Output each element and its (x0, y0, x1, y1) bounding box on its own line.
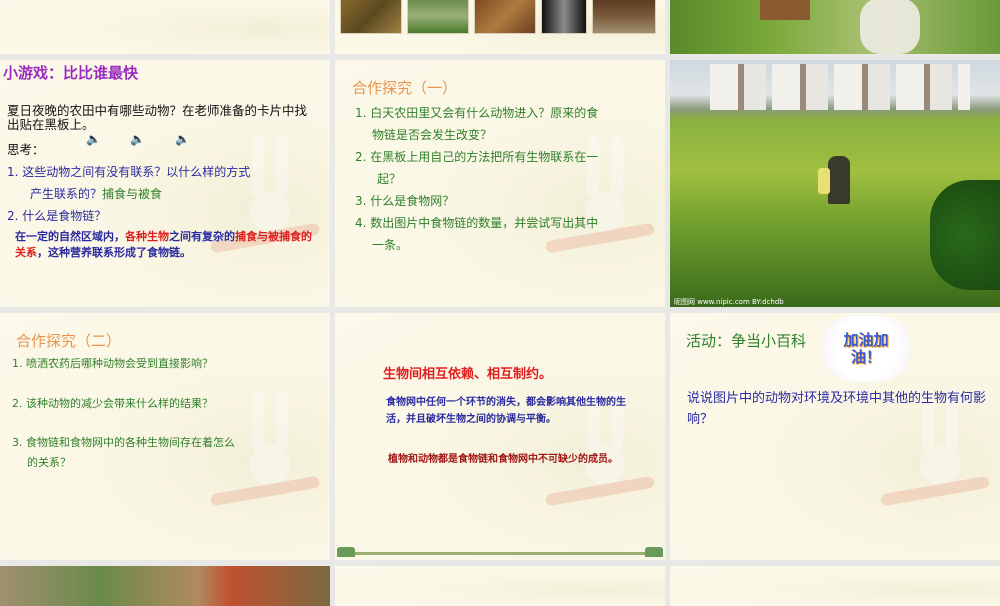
slide-thumbnail-top-left[interactable] (0, 0, 330, 54)
slide-title: 活动：争当小百科 (686, 332, 807, 350)
slide-thumbnail-bottom-middle[interactable] (335, 566, 665, 606)
slide-thumbnail-bottom-right[interactable] (670, 566, 1000, 606)
item: 1. 喷洒农药后哪种动物会受到直接影响？ (12, 357, 213, 370)
cheer-badge-text: 加油加油！ (843, 331, 889, 366)
houses (710, 64, 970, 110)
item: 2. 在黑板上用自己的方法把所有生物联系在一 (355, 150, 599, 164)
intro-text: 夏日夜晚的农田中有哪些动物？在老师准备的卡片中找出贴在黑板上。 (7, 103, 308, 133)
item: 的关系？ (27, 456, 71, 469)
question-1-cont: 产生联系的？捕食与被食 (30, 185, 162, 203)
house-icon (337, 547, 355, 557)
speaker-icon[interactable]: 🔈 (175, 132, 190, 146)
activity-body: 说说图片中的动物对环境及环境中其他的生物有何影响？ (687, 391, 987, 427)
thumbnail-deer (340, 0, 402, 34)
slide-thumbnail-conclusion[interactable]: 生物间相互依赖、相互制约。 食物网中任何一个环节的消失，都会影响其他生物的生活，… (335, 313, 665, 560)
slide-thumbnail-inquiry-1[interactable]: 合作探究（一） 1. 白天农田里又会有什么动物进入？原来的食 物链是否会发生改变… (335, 60, 665, 307)
sprayer-tank (818, 168, 830, 194)
conclusion-paragraph-2: 植物和动物都是食物链和食物网中不可缺少的成员。 (388, 454, 618, 465)
conclusion-paragraph-1: 食物网中任何一个环节的消失，都会影响其他生物的生活，并且破坏生物之间的协调与平衡… (386, 397, 626, 425)
conclusion-heading: 生物间相互依赖、相互制约。 (383, 367, 553, 382)
think-label: 思考： (7, 142, 45, 157)
def-part: 之间有复杂的 (169, 230, 235, 243)
definition-text: 在一定的自然区域内，各种生物之间有复杂的捕食与被捕食的关系，这种营养联系形成了食… (15, 229, 315, 261)
house-icon (645, 547, 663, 557)
slide-thumbnail-bottom-left[interactable] (0, 566, 330, 606)
thumbnail-owl (541, 0, 587, 34)
slide-thumbnail-top-right[interactable] (670, 0, 1000, 54)
question-1: 1. 这些动物之间有没有联系？以什么样的方式 (7, 165, 251, 179)
answer-1: 捕食与被食 (102, 187, 163, 201)
cheer-badge-image: 加油加油！ (822, 316, 910, 381)
slide-thumbnail-farm-photo[interactable]: 昵图网 www.nipic.com BY:dchdb (670, 60, 1000, 307)
dog-photo-detail (860, 0, 920, 54)
thumbnail-rabbits (407, 0, 469, 34)
def-part: ，这种营养联系形成了食物链。 (37, 245, 191, 259)
item: 物链是否会发生改变？ (372, 128, 493, 142)
bunny-decoration (209, 390, 321, 510)
fence-decoration (355, 552, 645, 555)
item: 1. 白天农田里又会有什么动物进入？原来的食 (355, 106, 599, 120)
question-2: 2. 什么是食物链？ (7, 209, 107, 223)
slide-title: 小游戏：比比谁最快 (3, 64, 139, 82)
item: 4. 数出图片中食物链的数量，并尝试写出其中 (355, 216, 599, 230)
bush (930, 180, 1000, 290)
photo-watermark: 昵图网 www.nipic.com BY:dchdb (674, 297, 784, 306)
def-part: 各种生物 (125, 230, 169, 243)
slide-thumbnail-top-middle[interactable] (335, 0, 665, 54)
slide-thumbnail-game[interactable]: 小游戏：比比谁最快 夏日夜晚的农田中有哪些动物？在老师准备的卡片中找出贴在黑板上… (0, 60, 330, 307)
slide-thumbnail-activity[interactable]: 活动：争当小百科 加油加油！ 说说图片中的动物对环境及环境中其他的生物有何影响？ (670, 313, 1000, 560)
def-part: 在一定的自然区域内， (15, 230, 125, 243)
slide-title: 合作探究（二） (16, 332, 122, 350)
speaker-icon[interactable]: 🔈 (86, 132, 101, 146)
item: 3. 食物链和食物网中的各种生物间存在着怎么 (12, 436, 235, 449)
slide-thumbnail-inquiry-2[interactable]: 合作探究（二） 1. 喷洒农药后哪种动物会受到直接影响？ 2. 该种动物的减少会… (0, 313, 330, 560)
item: 2. 该种动物的减少会带来什么样的结果？ (12, 397, 213, 410)
calf-photo-detail (760, 0, 810, 20)
question-1-tail: 产生联系的？ (30, 187, 103, 201)
farmer-figure (828, 156, 850, 204)
thumbnail-lions (474, 0, 536, 34)
item: 起？ (377, 172, 402, 186)
slide-title: 合作探究（一） (352, 79, 458, 97)
thumbnail-bears (592, 0, 656, 34)
item: 3. 什么是食物网？ (355, 194, 455, 208)
speaker-icon[interactable]: 🔈 (130, 132, 145, 146)
item: 一条。 (372, 238, 409, 252)
